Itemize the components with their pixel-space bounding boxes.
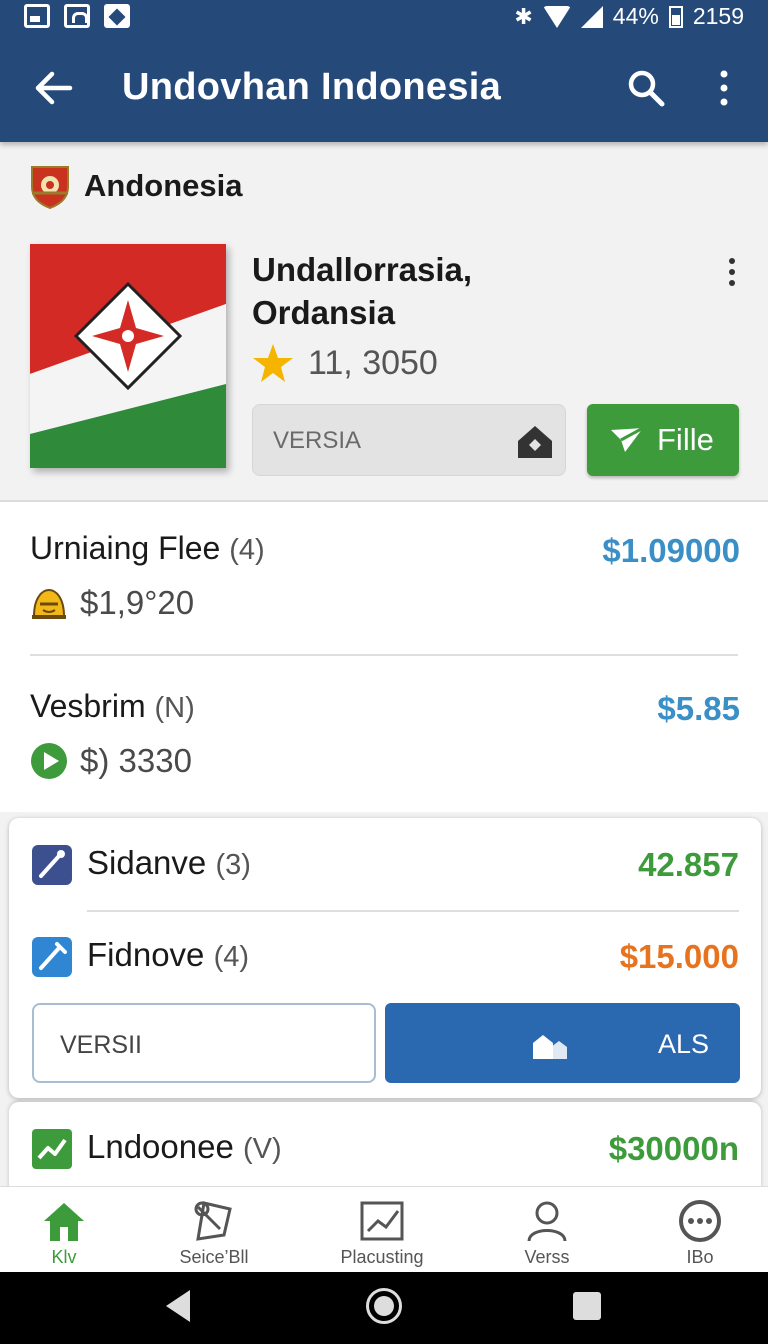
face-icon [32, 588, 66, 619]
item-header: Undallorrasia, Ordansia 11, 3050 VERSIA … [0, 224, 768, 500]
card-row-label: Sidanve (3) [87, 844, 251, 882]
tools-icon [194, 1201, 232, 1241]
file-button-label: Fille [657, 422, 714, 457]
pen-icon [32, 937, 72, 977]
price-list: Urniaing Flee (4) $1.09000 $1,9°20 Vesbr… [0, 502, 768, 812]
clock: 2159 [692, 3, 744, 29]
more-vert-icon[interactable] [712, 68, 736, 108]
system-home-icon[interactable] [366, 1288, 402, 1324]
summary-card: Sidanve (3) 42.857 Fidnove (4) $15.000 V… [9, 818, 761, 1098]
rating-value: 11, 3050 [308, 343, 438, 382]
send-check-icon [611, 426, 644, 452]
search-icon[interactable] [626, 68, 666, 108]
card-row[interactable]: Fidnove (4) $15.000 [31, 926, 739, 986]
card-row[interactable]: Sidanve (3) 42.857 [31, 834, 739, 894]
nav-item-label: IBo [686, 1247, 714, 1267]
house-icon [533, 1035, 567, 1059]
bottom-nav: Klv Seice’Bll Placusting Verss IBo [0, 1186, 768, 1272]
wifi-icon [542, 5, 571, 28]
battery-icon [668, 5, 683, 28]
card-row-value: 42.857 [638, 846, 739, 883]
card-row-name: Fidnove [87, 936, 205, 973]
card-row-count: (V) [243, 1133, 282, 1165]
play-icon [31, 743, 67, 779]
edit-icon [32, 845, 72, 885]
card-row: Lndoonee (V) $30000n [31, 1118, 739, 1178]
bluetooth-icon: ✱ [514, 3, 533, 29]
item-name-line1: Undallorrasia, [252, 251, 473, 288]
als-button-label: ALS [658, 1029, 710, 1059]
notification-icons [24, 4, 130, 28]
list-item-label: Vesbrim [30, 688, 146, 724]
list-item-sub: $1,9°20 [30, 584, 194, 622]
item-more-icon[interactable] [720, 256, 744, 288]
nav-item-more[interactable]: IBo [630, 1199, 768, 1268]
list-item-count: (4) [229, 534, 265, 566]
version-field-text: VERSIA [273, 427, 362, 454]
nav-item-tools[interactable]: Seice’Bll [144, 1199, 284, 1268]
brand-name: Andonesia [84, 168, 243, 203]
cell-signal-icon [580, 5, 603, 28]
app-notification-icon [104, 4, 130, 28]
card-row-value: $30000n [608, 1130, 739, 1167]
item-name-line2: Ordansia [252, 294, 396, 331]
version-input[interactable]: VERSII [32, 1003, 376, 1083]
card-row-label: Fidnove (4) [87, 936, 249, 974]
page-title: Undovhan Indonesia [122, 66, 502, 108]
card-row-name: Lndoonee [87, 1128, 234, 1165]
list-item-count: (N) [154, 692, 195, 724]
card-row-label: Lndoonee (V) [87, 1128, 282, 1166]
version-input-value: VERSII [60, 1031, 142, 1059]
system-recents-icon[interactable] [573, 1292, 601, 1320]
list-item-sub-value: $1,9°20 [80, 584, 195, 621]
status-right: ✱ 44% 2159 [514, 3, 744, 30]
card-row-count: (3) [215, 849, 251, 881]
home-badge-icon [518, 426, 552, 458]
card-row-count: (4) [213, 941, 250, 973]
item-name: Undallorrasia, Ordansia [252, 248, 472, 334]
battery-percent: 44% [612, 3, 659, 29]
gallery-notification-icon [24, 4, 50, 28]
nav-item-profile[interactable]: Verss [477, 1199, 617, 1268]
system-nav-bar [0, 1272, 768, 1344]
person-icon [527, 1201, 567, 1242]
home-icon [44, 1203, 84, 1241]
trend-chart-icon [32, 1129, 72, 1169]
chart-icon [360, 1201, 404, 1241]
als-button[interactable]: ALS [385, 1003, 740, 1083]
list-item-price: $5.85 [657, 690, 740, 727]
arrow-left-icon[interactable] [34, 68, 74, 108]
nav-item-home[interactable]: Klv [0, 1199, 134, 1268]
nav-item-label: Placusting [340, 1247, 424, 1267]
status-bar: ✱ 44% 2159 [0, 0, 768, 36]
crest-logo [31, 166, 69, 209]
rating: 11, 3050 [252, 342, 438, 384]
trend-card[interactable]: Lndoonee (V) $30000n [9, 1102, 761, 1192]
card-row-value: $15.000 [619, 938, 739, 975]
card-divider [87, 910, 739, 912]
app-bar: Undovhan Indonesia [0, 36, 768, 142]
headphones-notification-icon [64, 4, 90, 28]
nav-item-label: Seice’Bll [179, 1247, 249, 1267]
list-item-label: Urniaing Flee [30, 530, 221, 566]
system-back-icon[interactable] [166, 1290, 190, 1322]
version-field[interactable]: VERSIA [252, 404, 566, 476]
list-divider [30, 654, 738, 656]
list-item-price: $1.09000 [602, 532, 740, 569]
nav-item-listing[interactable]: Placusting [312, 1199, 452, 1268]
star-icon [253, 344, 293, 382]
item-image [30, 244, 226, 468]
list-item-title[interactable]: Vesbrim (N) [30, 688, 195, 725]
list-item-sub: $) 3330 [30, 742, 192, 780]
file-button[interactable]: Fille [587, 404, 739, 476]
chat-dots-icon [679, 1200, 721, 1242]
nav-item-label: Klv [51, 1247, 77, 1267]
list-item-sub-value: $) 3330 [80, 742, 192, 779]
brand-row: Andonesia [28, 160, 242, 212]
list-item-title[interactable]: Urniaing Flee (4) [30, 530, 265, 567]
card-row-name: Sidanve [87, 844, 207, 881]
nav-item-label: Verss [524, 1247, 570, 1267]
